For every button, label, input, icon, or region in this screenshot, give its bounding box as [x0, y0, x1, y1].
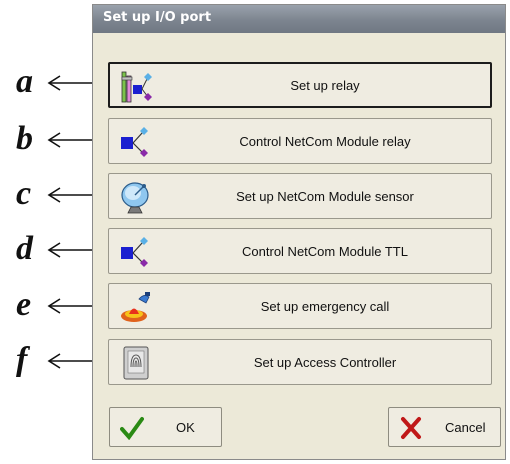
annotation-letter: e	[16, 286, 32, 323]
annotation-a: a	[0, 62, 96, 102]
alarm-siren-icon	[121, 292, 150, 322]
annotation-letter: a	[16, 63, 33, 100]
annotation-letter: c	[16, 175, 32, 212]
button-label: Set up emergency call	[260, 298, 390, 314]
annotation-f: f	[0, 340, 96, 380]
left-arrow-icon	[47, 75, 94, 91]
control-netcom-module-relay-button[interactable]: Control NetCom Module relay	[108, 118, 492, 164]
set-up-relay-button[interactable]: Set up relay	[108, 62, 492, 108]
left-arrow-icon	[47, 353, 94, 369]
annotation-d: d	[0, 229, 96, 269]
control-netcom-module-ttl-button[interactable]: Control NetCom Module TTL	[108, 228, 492, 274]
set-up-netcom-module-sensor-button[interactable]: Set up NetCom Module sensor	[108, 173, 492, 219]
annotation-c: c	[0, 174, 96, 214]
button-label: OK	[176, 420, 195, 435]
cancel-button[interactable]: Cancel	[388, 407, 501, 447]
fingerprint-reader-icon	[123, 346, 149, 380]
ok-button[interactable]: OK	[109, 407, 222, 447]
annotation-e: e	[0, 285, 96, 325]
left-arrow-icon	[47, 187, 94, 203]
set-up-access-controller-button[interactable]: Set up Access Controller	[108, 339, 492, 385]
button-label: Set up NetCom Module sensor	[236, 188, 414, 204]
relay-control-icon	[121, 127, 148, 157]
annotation-letter: d	[16, 230, 33, 267]
left-arrow-icon	[47, 132, 94, 148]
annotation-letter: f	[16, 341, 28, 378]
left-arrow-icon	[47, 242, 94, 258]
x-mark-icon	[401, 417, 421, 439]
button-label: Set up relay	[290, 77, 360, 93]
button-label: Set up Access Controller	[253, 354, 397, 370]
button-label: Control NetCom Module TTL	[242, 243, 408, 259]
title-bar: Set up I/O port	[93, 5, 505, 33]
satellite-dish-icon	[121, 182, 149, 214]
dialog-title: Set up I/O port	[103, 10, 212, 25]
button-label: Control NetCom Module relay	[239, 133, 411, 149]
annotation-letter: b	[16, 120, 33, 157]
set-up-emergency-call-button[interactable]: Set up emergency call	[108, 283, 492, 329]
left-arrow-icon	[47, 298, 94, 314]
relay-setup-icon	[121, 71, 152, 103]
annotation-b: b	[0, 119, 96, 159]
checkmark-icon	[120, 417, 144, 440]
ttl-control-icon	[121, 237, 148, 267]
button-label: Cancel	[445, 420, 486, 435]
setup-io-port-dialog: Set up I/O port Set up relay Control Net…	[92, 4, 506, 460]
